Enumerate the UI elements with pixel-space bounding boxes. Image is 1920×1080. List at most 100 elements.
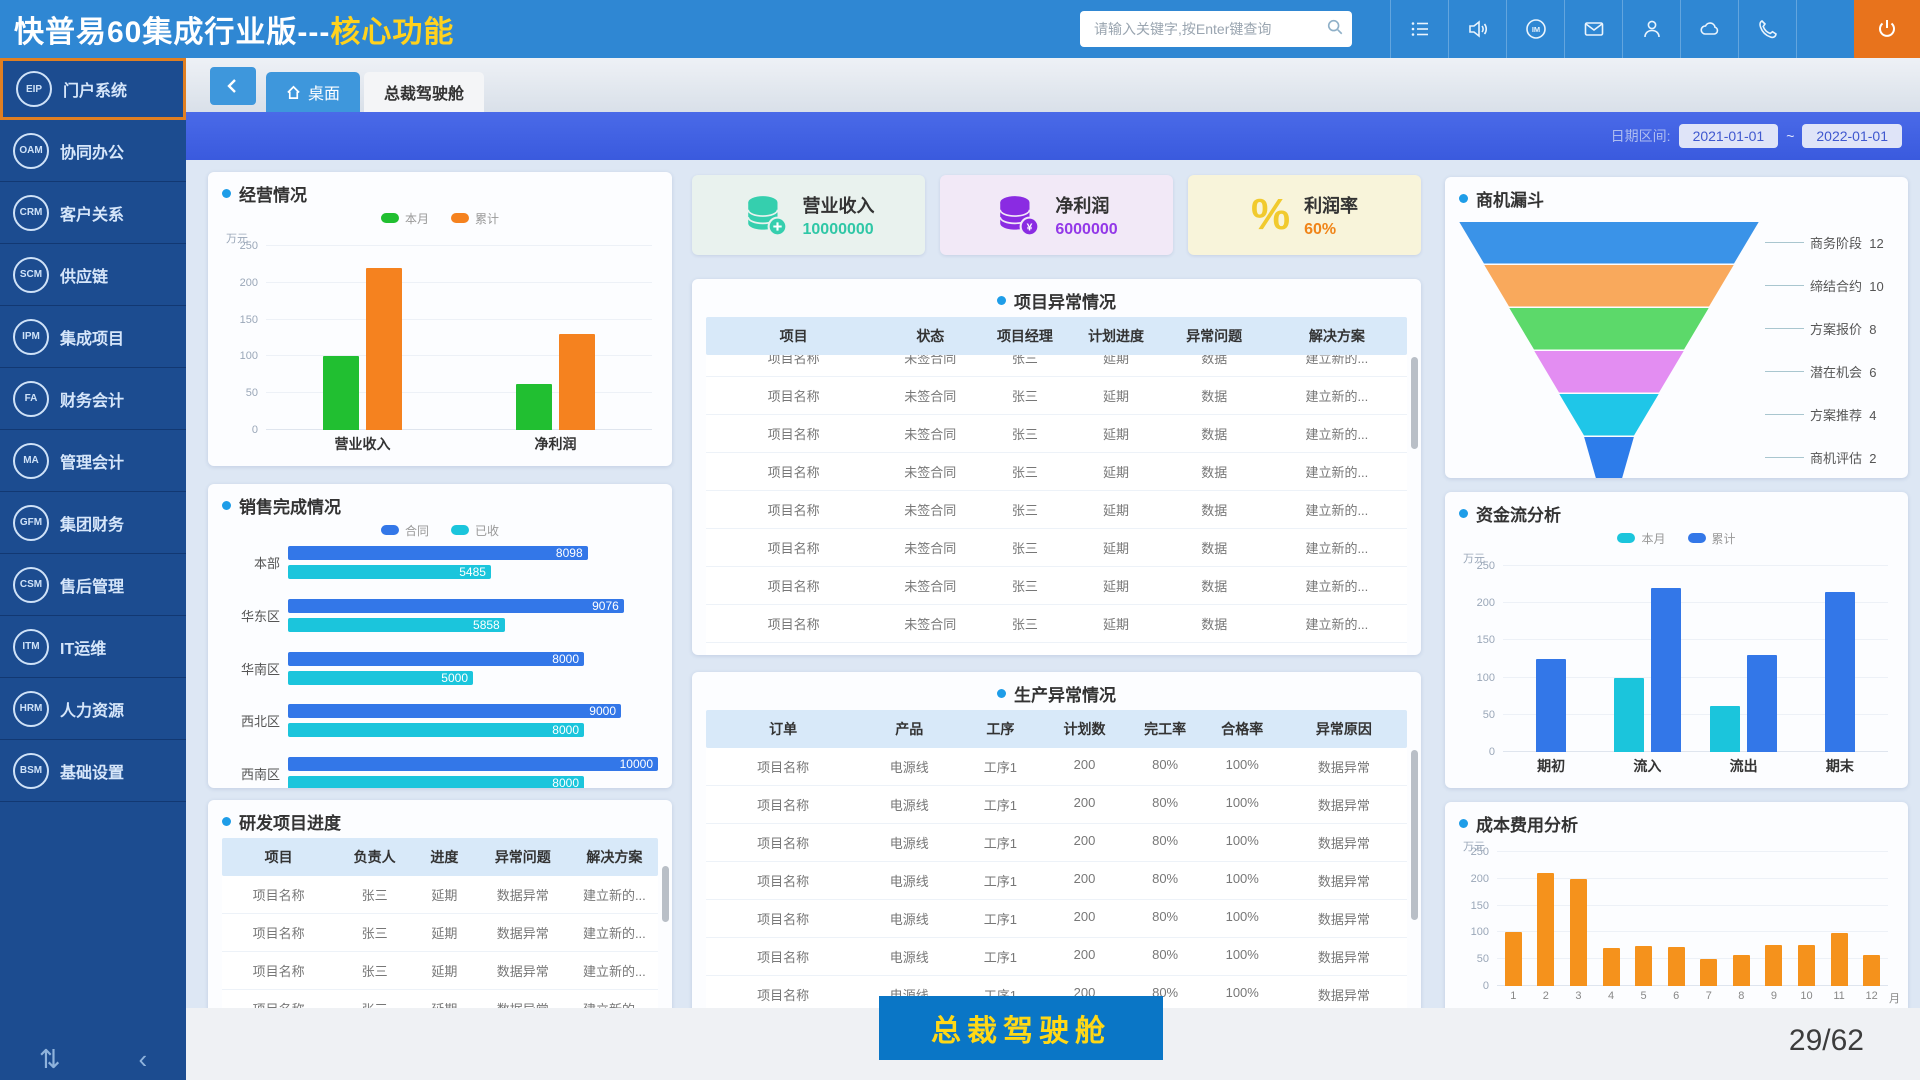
sidebar-item-GFM[interactable]: GFM 集团财务 (0, 492, 186, 554)
sidebar-item-MA[interactable]: MA 管理会计 (0, 430, 186, 492)
swap-icon[interactable]: ⇅ (39, 1046, 61, 1072)
search-input[interactable] (1092, 20, 1326, 38)
tab-ceo-cockpit[interactable]: 总裁驾驶舱 (364, 72, 484, 112)
IPM-icon: IPM (13, 319, 49, 355)
cloud-icon[interactable] (1680, 0, 1738, 58)
bar: 10000 (288, 757, 658, 771)
sidebar-item-EIP[interactable]: EIP 门户系统 (0, 58, 186, 120)
funnel-connector-line (1765, 414, 1804, 415)
speaker-icon[interactable] (1448, 0, 1506, 58)
table-row[interactable]: 项目名称未签合同张三延期数据建立新的... (706, 567, 1407, 605)
table-row[interactable]: 项目名称电源线工序120080%100%数据异常 (706, 786, 1407, 824)
table-row[interactable]: 项目名称未签合同张三延期数据建立新的... (706, 377, 1407, 415)
table-row[interactable]: 项目名称电源线工序120080%100%数据异常 (706, 862, 1407, 900)
table-row[interactable]: 项目名称未签合同张三延期数据建立新的... (706, 529, 1407, 567)
back-button[interactable] (210, 67, 256, 105)
main-area: 桌面 总裁驾驶舱 日期区间: 2021-01-01 ~ 2022-01-01 经… (186, 58, 1920, 1080)
bar-group-营业收入 (266, 246, 459, 430)
sidebar-item-BSM[interactable]: BSM 基础设置 (0, 740, 186, 802)
table-row[interactable]: 项目名称张三延期数据异常建立新的... (222, 876, 658, 914)
date-to-input[interactable]: 2022-01-01 (1802, 124, 1902, 148)
kpi-value: 10000000 (803, 221, 875, 239)
sidebar-item-SCM[interactable]: SCM 供应链 (0, 244, 186, 306)
sidebar-item-CSM[interactable]: CSM 售后管理 (0, 554, 186, 616)
kpi-label: 利润率 (1304, 192, 1358, 218)
table-row[interactable]: 项目名称未签合同张三延期数据建立新的... (706, 643, 1407, 655)
collapse-icon[interactable]: ‹ (138, 1046, 147, 1072)
bar-group-1 (1497, 852, 1530, 986)
funnel-stage-方案推荐: 方案推荐 4 (1459, 393, 1894, 436)
bullet-icon (222, 817, 231, 826)
bar (1831, 933, 1848, 986)
table-row[interactable]: 项目名称未签合同张三延期数据建立新的... (706, 491, 1407, 529)
sidebar-item-OAM[interactable]: OAM 协同办公 (0, 120, 186, 182)
sidebar-item-IPM[interactable]: IPM 集成项目 (0, 306, 186, 368)
bar (1570, 879, 1587, 986)
bar-group-5 (1627, 852, 1660, 986)
user-icon[interactable] (1622, 0, 1680, 58)
cockpit-caption-button[interactable]: 总裁驾驶舱 (879, 996, 1163, 1060)
table-row[interactable]: 项目名称电源线工序120080%100%数据异常 (706, 824, 1407, 862)
table-row[interactable]: 项目名称未签合同张三延期数据建立新的... (706, 453, 1407, 491)
sidebar-item-ITM[interactable]: ITM IT运维 (0, 616, 186, 678)
bar (1747, 655, 1777, 752)
bar-group-3 (1562, 852, 1595, 986)
search-icon[interactable] (1326, 18, 1344, 41)
table-row[interactable]: 项目名称未签合同张三延期数据建立新的... (706, 605, 1407, 643)
coins-yuan-icon: ¥ (995, 192, 1041, 238)
cashflow-chart: 本月累计 万元 250200150100500 期初流入流出期末 (1459, 528, 1894, 778)
scrollbar-thumb[interactable] (1411, 750, 1418, 920)
bar (366, 268, 402, 430)
table-row[interactable]: 项目名称张三延期数据异常建立新的... (222, 914, 658, 952)
mail-icon[interactable] (1564, 0, 1622, 58)
funnel-label: 商机评估 2 (1810, 448, 1894, 467)
funnel-label: 缔结合约 10 (1810, 276, 1894, 295)
sales-chart: 合同已收 本部 80985485 华东区 90765858 华南区 800050… (222, 520, 658, 788)
sidebar-item-HRM[interactable]: HRM 人力资源 (0, 678, 186, 740)
CSM-icon: CSM (13, 567, 49, 603)
sidebar-item-FA[interactable]: FA 财务会计 (0, 368, 186, 430)
power-icon[interactable] (1854, 0, 1920, 58)
bar: 8098 (288, 546, 588, 560)
im-icon[interactable]: IM (1506, 0, 1564, 58)
cost-chart: 万元 250200150100500 123456789101112 月 (1459, 838, 1894, 1006)
sidebar: EIP 门户系统 OAM 协同办公 CRM 客户关系 SCM 供应链 IPM 集… (0, 58, 186, 1080)
bullet-icon (1459, 194, 1468, 203)
table-row[interactable]: 项目名称未签合同张三延期数据建立新的... (706, 415, 1407, 453)
panel-title: 资金流分析 (1476, 501, 1561, 526)
home-icon (286, 85, 301, 100)
table-row[interactable]: 项目名称张三延期数据异常建立新的... (222, 952, 658, 990)
revenue-kpi-card: 营业收入 10000000 (692, 175, 925, 255)
bar-group-流出 (1696, 566, 1792, 752)
bar-group-10 (1790, 852, 1823, 986)
phone-icon[interactable] (1738, 0, 1796, 58)
tab-desktop[interactable]: 桌面 (266, 72, 360, 112)
kpi-label: 营业收入 (803, 192, 875, 218)
bar-group-12 (1855, 852, 1888, 986)
bar-group-流入 (1599, 566, 1695, 752)
funnel-connector-line (1765, 371, 1804, 372)
sidebar-item-CRM[interactable]: CRM 客户关系 (0, 182, 186, 244)
table-row[interactable]: 项目名称电源线工序120080%100%数据异常 (706, 900, 1407, 938)
panel-project-exceptions: 项目异常情况 项目状态项目经理计划进度异常问题解决方案 项目名称未签合同张三延期… (692, 279, 1421, 655)
bar-group-7 (1692, 852, 1725, 986)
table-row[interactable]: 项目名称未签合同张三延期数据建立新的... (706, 355, 1407, 377)
funnel-stage-商务阶段: 商务阶段 12 (1459, 221, 1894, 264)
bar (1668, 947, 1685, 986)
table-row[interactable]: 项目名称电源线工序120080%100%数据异常 (706, 938, 1407, 976)
bar-group-净利润 (459, 246, 652, 430)
funnel-segment (1509, 308, 1709, 350)
CRM-icon: CRM (13, 195, 49, 231)
funnel-connector-line (1765, 285, 1804, 286)
hbar-row-本部: 本部 80985485 (222, 546, 658, 579)
panel-title: 销售完成情况 (239, 493, 341, 518)
date-from-input[interactable]: 2021-01-01 (1679, 124, 1779, 148)
scrollbar-thumb[interactable] (1411, 357, 1418, 449)
table-row[interactable]: 项目名称电源线工序120080%100%数据异常 (706, 748, 1407, 786)
panel-production-exceptions: 生产异常情况 订单产品工序计划数完工率合格率异常原因 项目名称电源线工序1200… (692, 672, 1421, 1052)
menu-icon[interactable] (1390, 0, 1448, 58)
bar: 5485 (288, 565, 491, 579)
scrollbar-thumb[interactable] (662, 866, 669, 922)
global-search[interactable] (1080, 11, 1352, 47)
panel-sales-completion: 销售完成情况 合同已收 本部 80985485 华东区 90765858 华南区… (208, 484, 672, 788)
